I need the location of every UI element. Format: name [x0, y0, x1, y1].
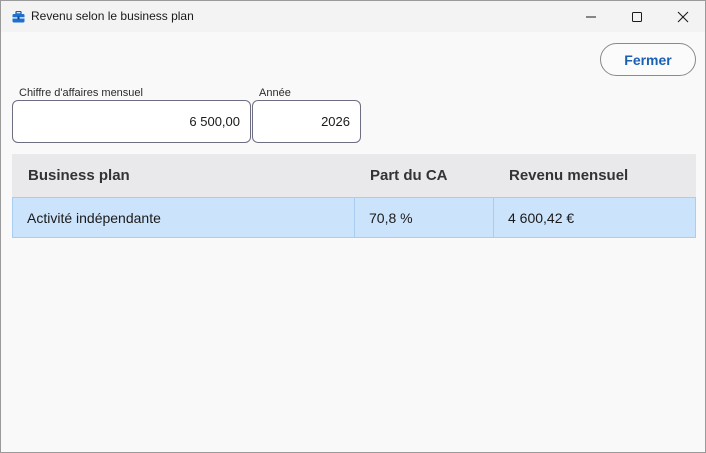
column-header-business-plan[interactable]: Business plan: [12, 167, 354, 184]
maximize-button[interactable]: [614, 1, 660, 32]
business-plan-table: Business plan Part du CA Revenu mensuel …: [12, 154, 696, 238]
table-header: Business plan Part du CA Revenu mensuel: [12, 154, 696, 197]
fermer-button[interactable]: Fermer: [600, 43, 696, 76]
ca-label: Chiffre d'affaires mensuel: [19, 87, 143, 99]
column-header-revenu-mensuel[interactable]: Revenu mensuel: [493, 167, 696, 184]
maximize-icon: [631, 11, 643, 23]
close-window-button[interactable]: [660, 1, 706, 32]
dialog-window: Revenu selon le business plan Fermer Chi…: [0, 0, 706, 453]
table-row[interactable]: Activité indépendante 70,8 % 4 600,42 €: [12, 197, 696, 238]
annee-field[interactable]: 2026: [252, 100, 361, 143]
minimize-icon: [585, 11, 597, 23]
cell-business-plan[interactable]: Activité indépendante: [13, 198, 355, 237]
ca-field[interactable]: 6 500,00: [12, 100, 251, 143]
toolbox-icon: [12, 10, 25, 23]
window-title: Revenu selon le business plan: [31, 9, 194, 23]
annee-label: Année: [259, 87, 291, 99]
cell-revenu-mensuel[interactable]: 4 600,42 €: [494, 198, 695, 237]
close-icon: [677, 11, 689, 23]
minimize-button[interactable]: [568, 1, 614, 32]
column-header-part-du-ca[interactable]: Part du CA: [354, 167, 493, 184]
cell-part-du-ca[interactable]: 70,8 %: [355, 198, 494, 237]
title-bar[interactable]: Revenu selon le business plan: [1, 1, 705, 32]
